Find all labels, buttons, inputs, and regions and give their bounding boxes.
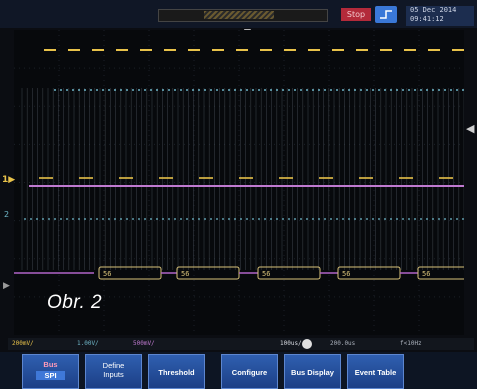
memory-position-indicator[interactable]: [158, 9, 328, 22]
bus-value: SPI: [36, 371, 65, 380]
bus-label: Bus: [43, 360, 58, 369]
ch1-scale[interactable]: 200mV/: [12, 340, 34, 347]
time-text: 09:41:12: [410, 15, 444, 23]
figure-label: Obr. 2: [47, 292, 103, 313]
define-inputs-line1: Define: [102, 361, 125, 370]
define-inputs-softkey[interactable]: Define Inputs: [85, 354, 142, 389]
ch2-scale[interactable]: 1.00V/: [77, 340, 99, 347]
define-inputs-line2: Inputs: [103, 370, 124, 379]
date-text: 05 Dec 2014: [410, 6, 457, 14]
waveform-traces: [21, 49, 464, 270]
horizontal-position-icon: [302, 339, 312, 349]
oscilloscope-screen: Stop 05 Dec 2014 09:41:12 ▼ 5656565656 1…: [0, 0, 477, 389]
channel-status-bar: 200mV/ 1.00V/ 500mV/ 100us/ 200.0us f<10…: [8, 338, 474, 350]
channel1-ground-marker[interactable]: 1▶: [2, 175, 15, 185]
softkey-menu: Bus SPI Define Inputs Threshold Configur…: [0, 352, 477, 389]
bus-softkey[interactable]: Bus SPI: [22, 354, 79, 389]
decode-frame-label: 56: [181, 270, 189, 278]
threshold-label: Threshold: [158, 368, 195, 377]
decode-frame-label: 56: [262, 270, 270, 278]
date-time-display: 05 Dec 2014 09:41:12: [406, 6, 474, 26]
waveform-plot: 56 56 56 56 56: [14, 30, 464, 335]
configure-softkey[interactable]: Configure: [221, 354, 278, 389]
bus-display-label: Bus Display: [291, 368, 334, 377]
trigger-level-arrow-icon: ◀: [466, 122, 475, 135]
event-table-softkey[interactable]: Event Table: [347, 354, 404, 389]
trigger-delay[interactable]: 200.0us: [330, 340, 355, 347]
threshold-softkey[interactable]: Threshold: [148, 354, 205, 389]
run-stop-badge[interactable]: Stop: [341, 8, 371, 21]
top-status-bar: Stop 05 Dec 2014 09:41:12: [0, 0, 477, 28]
decode-frame-label: 56: [342, 270, 350, 278]
trigger-edge-icon: [375, 6, 397, 23]
decode-frame-label: 56: [103, 270, 111, 278]
event-table-label: Event Table: [354, 368, 397, 377]
configure-label: Configure: [231, 368, 268, 377]
ch3-scale[interactable]: 500mV/: [133, 340, 155, 347]
view-window-marker: [204, 11, 274, 19]
bus-marker-icon: ▶: [3, 281, 10, 291]
waveform-area: 56 56 56 56 56: [14, 30, 464, 335]
bus-display-softkey[interactable]: Bus Display: [284, 354, 341, 389]
channel2-ground-marker[interactable]: 2: [4, 210, 9, 219]
decode-frame-label: 56: [422, 270, 430, 278]
frequency-readout: f<10Hz: [400, 340, 422, 347]
timebase-scale[interactable]: 100us/: [280, 340, 302, 347]
